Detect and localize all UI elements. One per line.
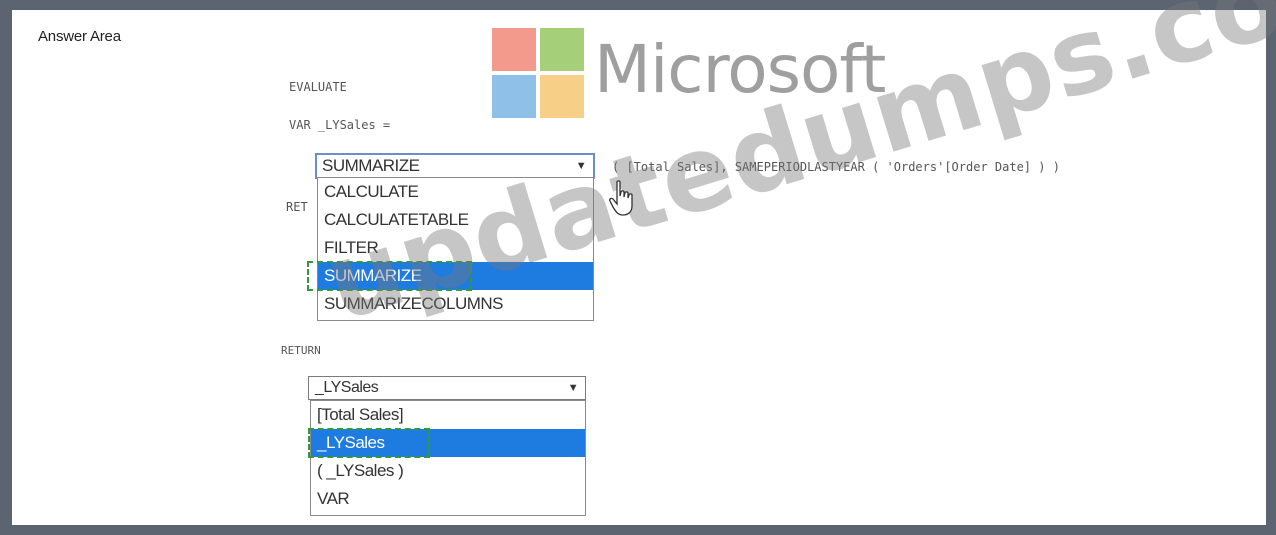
- function-dropdown-value: SUMMARIZE: [322, 156, 420, 175]
- code-return-partial: RET: [286, 200, 308, 214]
- triangle-down-icon[interactable]: ▼: [561, 377, 585, 399]
- code-return: RETURN: [281, 344, 321, 357]
- microsoft-wordmark: Microsoft: [594, 31, 886, 108]
- option-calculatetable[interactable]: CALCULATETABLE: [318, 206, 593, 234]
- triangle-down-icon[interactable]: ▼: [569, 155, 593, 177]
- option-summarizecolumns[interactable]: SUMMARIZECOLUMNS: [318, 290, 593, 318]
- return-dropdown-list: [Total Sales] _LYSales ( _LYSales ) VAR: [310, 400, 586, 516]
- option-lysales-parens[interactable]: ( _LYSales ): [311, 457, 585, 485]
- option-summarize[interactable]: SUMMARIZE: [318, 262, 593, 290]
- logo-square-blue: [492, 75, 536, 118]
- logo-square-yellow: [540, 75, 584, 118]
- answer-area-title: Answer Area: [38, 28, 121, 45]
- return-dropdown-value: _LYSales: [315, 379, 379, 396]
- code-function-args: ( [Total Sales], SAMEPERIODLASTYEAR ( 'O…: [612, 160, 1060, 174]
- function-dropdown[interactable]: SUMMARIZE ▼: [315, 153, 595, 179]
- logo-square-red: [492, 28, 536, 71]
- hand-pointer-icon: [609, 180, 633, 216]
- return-dropdown[interactable]: _LYSales ▼: [308, 376, 586, 400]
- function-dropdown-list: CALCULATE CALCULATETABLE FILTER SUMMARIZ…: [317, 177, 594, 321]
- option-lysales[interactable]: _LYSales: [311, 429, 585, 457]
- option-calculate[interactable]: CALCULATE: [318, 178, 593, 206]
- code-var-line: VAR _LYSales =: [289, 118, 391, 132]
- option-filter[interactable]: FILTER: [318, 234, 593, 262]
- option-var[interactable]: VAR: [311, 485, 585, 513]
- code-evaluate: EVALUATE: [289, 80, 347, 94]
- answer-area-panel: Answer Area EVALUATE VAR _LYSales = ( [T…: [12, 0, 1276, 525]
- logo-square-green: [540, 28, 584, 71]
- option-total-sales[interactable]: [Total Sales]: [311, 401, 585, 429]
- microsoft-logo: [492, 28, 584, 118]
